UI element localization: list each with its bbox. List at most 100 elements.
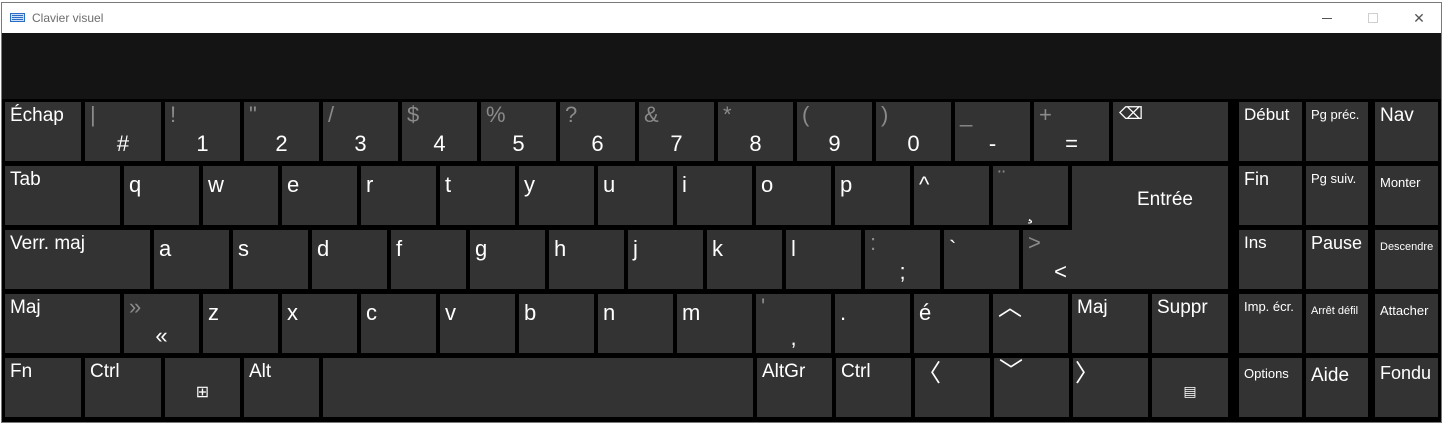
key-fn[interactable]: Fn: [5, 358, 81, 417]
key-print-screen[interactable]: Imp. écr.: [1239, 294, 1302, 353]
key-less-than[interactable]: > <: [1023, 230, 1098, 289]
key-0[interactable]: (9: [797, 102, 872, 161]
key-down-arrow[interactable]: ﹀: [994, 358, 1069, 417]
key-y[interactable]: y: [519, 166, 594, 225]
key-t[interactable]: t: [440, 166, 515, 225]
key-up-arrow[interactable]: ︿: [993, 294, 1068, 353]
key-minus[interactable]: _ -: [955, 102, 1030, 161]
key-label: w: [208, 172, 224, 197]
key-label: p: [840, 172, 853, 197]
key-a[interactable]: a: [154, 230, 229, 289]
key-ctrl-right[interactable]: Ctrl: [836, 358, 911, 417]
key-2[interactable]: ! 1: [165, 102, 240, 161]
key-9[interactable]: * 8: [718, 102, 793, 161]
key-escape[interactable]: Échap: [5, 102, 81, 161]
key-4[interactable]: /3: [323, 102, 398, 161]
key-ctrl-left[interactable]: Ctrl: [85, 358, 161, 417]
key-shift-left[interactable]: Maj: [5, 294, 120, 353]
key-scroll-down[interactable]: Descendre: [1375, 230, 1438, 289]
key-dock[interactable]: Attacher: [1375, 294, 1438, 353]
key-z[interactable]: z: [203, 294, 278, 353]
key-secondary-label: ': [761, 294, 766, 319]
key-g[interactable]: g: [470, 230, 545, 289]
key-comma[interactable]: ',: [756, 294, 831, 353]
key-altgr[interactable]: AltGr: [757, 358, 832, 417]
key-1[interactable]: | #: [85, 102, 161, 161]
key-degree[interactable]: ) 0: [876, 102, 951, 161]
key-backtick[interactable]: `: [944, 230, 1019, 289]
key-label: f: [396, 236, 403, 261]
key-scroll-lock[interactable]: Arrêt défil: [1306, 294, 1368, 353]
key-j[interactable]: j: [628, 230, 703, 289]
key-3[interactable]: " 2: [244, 102, 319, 161]
key-guillemet[interactable]: » «: [124, 294, 199, 353]
key-o[interactable]: o: [756, 166, 831, 225]
close-button[interactable]: ✕: [1396, 3, 1442, 33]
key-label: Suppr: [1157, 297, 1208, 318]
key-label: u: [603, 172, 616, 197]
key-8[interactable]: & 7: [639, 102, 714, 161]
key-label: Descendre: [1380, 241, 1434, 253]
key-caret[interactable]: ^: [914, 166, 989, 225]
key-scroll-up[interactable]: Monter: [1375, 166, 1438, 225]
key-label: z: [208, 300, 219, 325]
key-e[interactable]: e: [282, 166, 357, 225]
key-fade[interactable]: Fondu: [1375, 358, 1438, 417]
minimize-button[interactable]: [1304, 3, 1350, 33]
key-menu[interactable]: ▤: [1152, 358, 1228, 417]
key-home[interactable]: Début: [1239, 102, 1302, 161]
key-space[interactable]: [323, 358, 753, 417]
key-help[interactable]: Aide: [1306, 358, 1368, 417]
key-m[interactable]: m: [677, 294, 752, 353]
key-l[interactable]: l: [786, 230, 861, 289]
key-left-arrow[interactable]: 〈: [915, 358, 990, 417]
chevron-up-icon: ︿: [998, 294, 1022, 321]
key-label: Maj: [1077, 297, 1108, 318]
key-u[interactable]: u: [598, 166, 673, 225]
key-right-arrow[interactable]: 〉: [1073, 358, 1148, 417]
key-semicolon[interactable]: :;: [865, 230, 940, 289]
key-p[interactable]: p: [835, 166, 910, 225]
key-6[interactable]: % 5: [481, 102, 556, 161]
key-h[interactable]: h: [549, 230, 624, 289]
key-page-down[interactable]: Pg suiv.: [1306, 166, 1368, 225]
key-label: Alt: [249, 361, 272, 382]
key-v[interactable]: v: [440, 294, 515, 353]
key-r[interactable]: r: [361, 166, 436, 225]
key-s[interactable]: s: [233, 230, 308, 289]
key-capslock[interactable]: Verr. maj: [5, 230, 150, 289]
key-end[interactable]: Fin: [1239, 166, 1302, 225]
key-period[interactable]: .: [835, 294, 910, 353]
key-b[interactable]: b: [519, 294, 594, 353]
key-options[interactable]: Options: [1239, 358, 1302, 417]
close-icon: ✕: [1413, 9, 1425, 26]
key-nav[interactable]: Nav: [1375, 102, 1438, 161]
key-tab[interactable]: Tab: [5, 166, 120, 225]
key-primary-label: 5: [512, 131, 525, 156]
key-insert[interactable]: Ins: [1239, 230, 1302, 289]
key-delete[interactable]: Suppr: [1152, 294, 1228, 353]
key-e-acute[interactable]: é: [914, 294, 989, 353]
key-i[interactable]: i: [677, 166, 752, 225]
key-backspace[interactable]: ⌫: [1113, 102, 1228, 161]
key-label: Ins: [1244, 233, 1267, 252]
key-x[interactable]: x: [282, 294, 357, 353]
key-pause[interactable]: Pause: [1306, 230, 1368, 289]
key-k[interactable]: k: [707, 230, 782, 289]
key-shift-right[interactable]: Maj: [1072, 294, 1148, 353]
key-page-up[interactable]: Pg préc.: [1306, 102, 1368, 161]
key-windows[interactable]: ⊞: [165, 358, 240, 417]
window-title: Clavier visuel: [32, 11, 104, 25]
key-diaeresis[interactable]: ¨ ¸: [993, 166, 1068, 225]
key-n[interactable]: n: [598, 294, 673, 353]
key-q[interactable]: q: [124, 166, 199, 225]
key-7[interactable]: ? 6: [560, 102, 635, 161]
key-5[interactable]: $4: [402, 102, 477, 161]
key-w[interactable]: w: [203, 166, 278, 225]
key-c[interactable]: c: [361, 294, 436, 353]
key-label: q: [129, 172, 142, 197]
key-equals[interactable]: + =: [1034, 102, 1109, 161]
key-alt[interactable]: Alt: [244, 358, 319, 417]
key-d[interactable]: d: [312, 230, 387, 289]
key-f[interactable]: f: [391, 230, 466, 289]
